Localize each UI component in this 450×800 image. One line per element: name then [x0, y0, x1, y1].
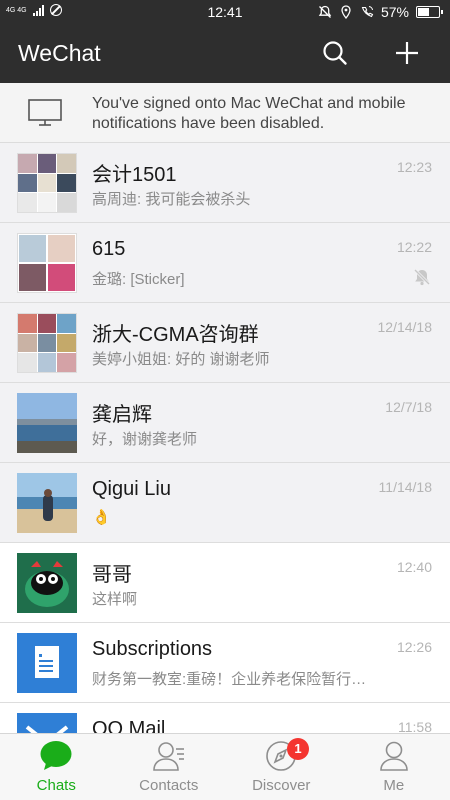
chat-time: 12:40 — [396, 559, 432, 575]
chat-name: 615 — [92, 238, 126, 260]
mail-icon — [17, 713, 77, 733]
tab-contacts[interactable]: Contacts — [113, 734, 226, 800]
group-avatar — [17, 233, 77, 293]
chat-row[interactable]: QQ Mail 11:58 — [0, 703, 450, 733]
chat-name: 哥哥 — [92, 564, 132, 586]
app-header: WeChat — [0, 24, 450, 83]
notification-badge: 1 — [287, 738, 309, 760]
chat-row[interactable]: Qigui Liu 👌 11/14/18 — [0, 463, 450, 543]
contact-avatar — [17, 473, 77, 533]
chat-preview: 金璐: [Sticker] — [92, 271, 185, 288]
chat-time: 12:26 — [396, 639, 432, 655]
chat-preview: 财务第一教室:重磅！企业养老保险暂行办法 — [92, 671, 372, 688]
battery-percent: 57% — [380, 4, 409, 20]
plus-icon — [396, 42, 418, 64]
status-right: 57% — [318, 4, 443, 20]
chat-list[interactable]: 会计1501 高周迪: 我可能会被杀头 12:23 615 金璐: [Stick… — [0, 143, 450, 733]
chat-row[interactable]: 浙大-CGMA咨询群 美婷小姐姐: 好的 谢谢老师 12/14/18 — [0, 303, 450, 383]
mute-notifications-icon — [318, 5, 332, 18]
tab-label: Contacts — [139, 777, 199, 794]
search-button[interactable] — [318, 36, 352, 70]
battery-fill — [418, 8, 429, 16]
chat-name: 浙大-CGMA咨询群 — [92, 324, 259, 346]
chat-name: Subscriptions — [92, 638, 213, 660]
chat-name: 会计1501 — [92, 164, 177, 186]
monitor-icon — [28, 99, 62, 126]
chat-name: Qigui Liu — [92, 478, 171, 500]
chat-row[interactable]: 615 金璐: [Sticker] 12:22 — [0, 223, 450, 303]
chat-time: 12:23 — [396, 159, 432, 175]
chat-time: 11:58 — [398, 719, 432, 733]
tab-discover[interactable]: 1 Discover — [225, 734, 338, 800]
location-icon — [341, 5, 351, 19]
chat-row[interactable]: 哥哥 这样啊 12:40 — [0, 543, 450, 623]
chat-time: 12/7/18 — [385, 399, 432, 415]
tab-label: Discover — [252, 777, 311, 794]
chat-preview: 美婷小姐姐: 好的 谢谢老师 — [92, 351, 270, 368]
subscriptions-avatar — [17, 633, 77, 693]
tab-label: Chats — [36, 777, 76, 794]
wifi-call-icon — [361, 6, 374, 18]
chat-row[interactable]: Subscriptions 财务第一教室:重磅！企业养老保险暂行办法 12:26 — [0, 623, 450, 703]
search-icon — [323, 41, 347, 65]
app-title: WeChat — [18, 40, 101, 66]
chat-time: 12/14/18 — [377, 319, 433, 335]
chat-row[interactable]: 龚启辉 好，谢谢龚老师 12/7/18 — [0, 383, 450, 463]
mac-login-banner[interactable]: You've signed onto Mac WeChat and mobile… — [0, 83, 450, 143]
battery-icon — [416, 6, 443, 18]
muted-bell-icon — [413, 268, 431, 286]
add-button[interactable] — [390, 36, 424, 70]
chat-preview: 👌 — [92, 509, 111, 526]
tab-label: Me — [383, 777, 405, 794]
group-avatar — [17, 313, 77, 373]
tab-me[interactable]: Me — [338, 734, 450, 800]
chat-bubble-icon — [40, 741, 72, 770]
person-icon — [379, 741, 408, 771]
tab-chats[interactable]: Chats — [0, 734, 113, 800]
chat-name: QQ Mail — [92, 718, 166, 733]
chat-name: 龚启辉 — [92, 404, 152, 426]
chat-time: 11/14/18 — [378, 479, 432, 495]
subscriptions-icon — [17, 633, 77, 693]
chat-row[interactable]: 会计1501 高周迪: 我可能会被杀头 12:23 — [0, 143, 450, 223]
banner-message: You've signed onto Mac WeChat and mobile… — [92, 95, 406, 132]
contacts-icon — [152, 742, 184, 771]
bottom-tab-bar: Chats Contacts 1 Discover Me — [0, 733, 450, 800]
contact-avatar — [17, 553, 77, 613]
chat-preview: 好，谢谢龚老师 — [92, 431, 198, 448]
qq-mail-avatar — [17, 713, 77, 733]
chat-time: 12:22 — [396, 239, 432, 255]
contact-avatar — [17, 393, 77, 453]
chat-preview: 高周迪: 我可能会被杀头 — [92, 191, 251, 208]
group-avatar — [17, 153, 77, 213]
status-bar: 4G 4G 12:41 57% — [0, 0, 450, 24]
chat-preview: 这样啊 — [92, 591, 138, 608]
